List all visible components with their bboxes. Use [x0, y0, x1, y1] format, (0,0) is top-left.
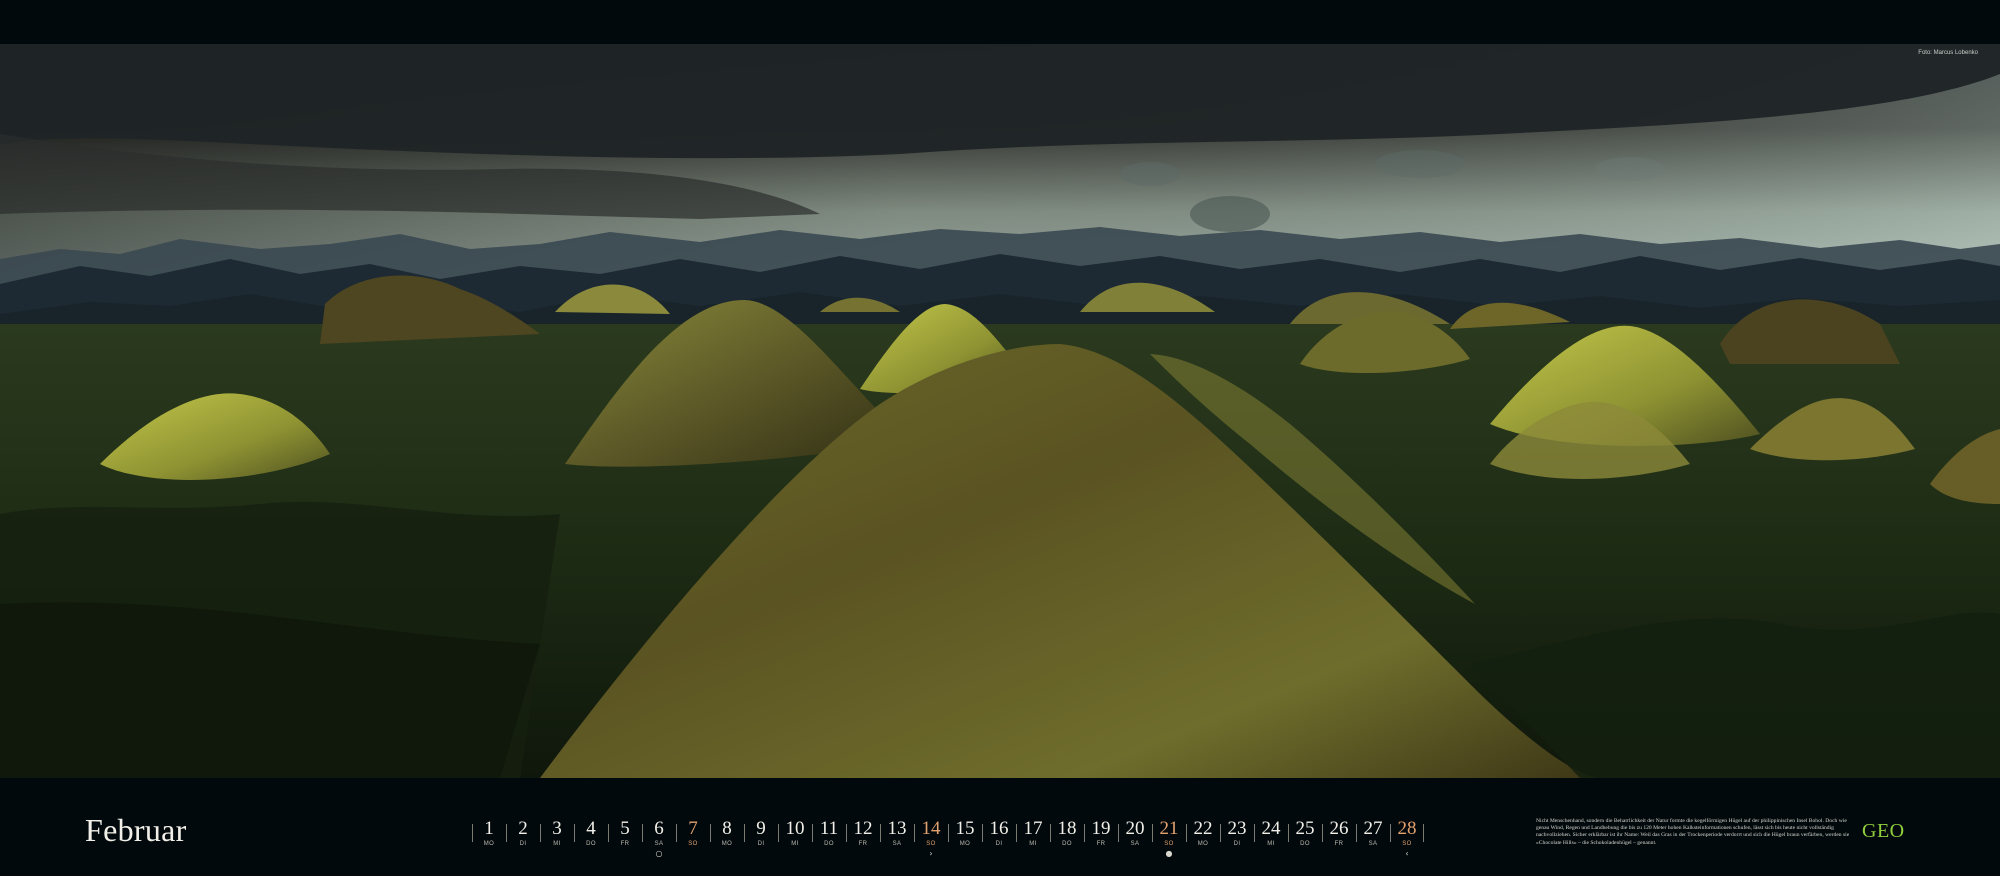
- calendar-day: 10 MI: [778, 818, 812, 858]
- day-number: 21: [1159, 818, 1179, 839]
- weekday-abbrev: FR: [620, 841, 630, 847]
- calendar-day: 23 DI: [1220, 818, 1254, 858]
- moon-phase-icon: ○: [655, 849, 663, 858]
- calendar-day: 8 MO: [710, 818, 744, 858]
- day-number: 8: [722, 818, 732, 839]
- weekday-abbrev: DO: [586, 841, 596, 847]
- calendar-day: 5 FR: [608, 818, 642, 858]
- weekday-abbrev: DI: [519, 841, 527, 847]
- weekday-abbrev: SA: [1368, 841, 1378, 847]
- day-number: 7: [688, 818, 698, 839]
- day-number: 13: [887, 818, 907, 839]
- weekday-abbrev: SA: [892, 841, 902, 847]
- day-number: 12: [853, 818, 873, 839]
- calendar-day: 18 DO: [1050, 818, 1084, 858]
- weekday-abbrev: DI: [757, 841, 765, 847]
- calendar-day: 24 MI: [1254, 818, 1288, 858]
- day-number: 28: [1397, 818, 1417, 839]
- geo-logo: GEO: [1862, 820, 1905, 842]
- day-number: 26: [1329, 818, 1349, 839]
- calendar-day: 25 DO: [1288, 818, 1322, 858]
- weekday-abbrev: DO: [1300, 841, 1310, 847]
- day-number: 24: [1261, 818, 1281, 839]
- weekday-abbrev: MO: [721, 841, 733, 847]
- day-number: 23: [1227, 818, 1247, 839]
- day-number: 17: [1023, 818, 1043, 839]
- weekday-abbrev: DO: [1062, 841, 1072, 847]
- day-number: 6: [654, 818, 664, 839]
- day-number: 20: [1125, 818, 1145, 839]
- weekday-abbrev: SO: [926, 841, 936, 847]
- weekday-abbrev: MI: [1029, 841, 1037, 847]
- day-number: 4: [586, 818, 596, 839]
- calendar-day: 12 FR: [846, 818, 880, 858]
- day-number: 2: [518, 818, 528, 839]
- day-number: 10: [785, 818, 805, 839]
- weekday-abbrev: FR: [1096, 841, 1106, 847]
- calendar-day: 13 SA: [880, 818, 914, 858]
- calendar-day: 14 SO ›: [914, 818, 948, 858]
- calendar-day: 3 MI: [540, 818, 574, 858]
- photo-credit: Foto: Marcus Lobenko: [1918, 50, 1978, 56]
- calendar-day: 28 SO ‹: [1390, 818, 1424, 858]
- calendar-day: 19 FR: [1084, 818, 1118, 858]
- calendar-day: 6 SA ○: [642, 818, 676, 858]
- calendar-day: 9 DI: [744, 818, 778, 858]
- calendar-day: 26 FR: [1322, 818, 1356, 858]
- weekday-abbrev: MI: [791, 841, 799, 847]
- calendar-day: 27 SA: [1356, 818, 1390, 858]
- weekday-abbrev: SA: [654, 841, 664, 847]
- day-strip: 1 MO 2 DI 3 MI 4 DO 5 FR 6 SA ○ 7 SO 8 M…: [472, 818, 1424, 858]
- weekday-abbrev: MI: [1267, 841, 1275, 847]
- day-number: 27: [1363, 818, 1383, 839]
- weekday-abbrev: DI: [995, 841, 1003, 847]
- calendar-day: 4 DO: [574, 818, 608, 858]
- weekday-abbrev: DI: [1233, 841, 1241, 847]
- month-title: Februar: [85, 812, 187, 848]
- calendar-day: 11 DO: [812, 818, 846, 858]
- day-number: 15: [955, 818, 975, 839]
- weekday-abbrev: SO: [1402, 841, 1412, 847]
- calendar-day: 21 SO ●: [1152, 818, 1186, 858]
- weekday-abbrev: SO: [1164, 841, 1174, 847]
- calendar-day: 20 SA: [1118, 818, 1152, 858]
- day-number: 1: [484, 818, 494, 839]
- calendar-day: 2 DI: [506, 818, 540, 858]
- weekday-abbrev: MO: [1197, 841, 1209, 847]
- moon-phase-icon: ‹: [1405, 849, 1409, 858]
- landscape-photo: Foto: Marcus Lobenko: [0, 44, 2000, 778]
- calendar-day: 22 MO: [1186, 818, 1220, 858]
- day-number: 25: [1295, 818, 1315, 839]
- day-number: 3: [552, 818, 562, 839]
- day-number: 22: [1193, 818, 1213, 839]
- day-number: 19: [1091, 818, 1111, 839]
- day-number: 18: [1057, 818, 1077, 839]
- calendar-day: 7 SO: [676, 818, 710, 858]
- day-number: 9: [756, 818, 766, 839]
- weekday-abbrev: FR: [1334, 841, 1344, 847]
- weekday-abbrev: MO: [483, 841, 495, 847]
- moon-phase-icon: ●: [1165, 849, 1173, 858]
- calendar-bar: Februar 1 MO 2 DI 3 MI 4 DO 5 FR 6 SA ○ …: [0, 778, 2000, 876]
- day-number: 16: [989, 818, 1009, 839]
- calendar-day: 1 MO: [472, 818, 506, 858]
- weekday-abbrev: SO: [688, 841, 698, 847]
- weekday-abbrev: DO: [824, 841, 834, 847]
- calendar-day: 16 DI: [982, 818, 1016, 858]
- calendar-day: 15 MO: [948, 818, 982, 858]
- calendar-day: 17 MI: [1016, 818, 1050, 858]
- day-number: 11: [819, 818, 839, 839]
- weekday-abbrev: MO: [959, 841, 971, 847]
- weekday-abbrev: MI: [553, 841, 561, 847]
- photo-caption: Nicht Menschenhand, sondern die Beharrli…: [1536, 818, 1850, 846]
- weekday-abbrev: SA: [1130, 841, 1140, 847]
- day-number: 5: [620, 818, 630, 839]
- weekday-abbrev: FR: [858, 841, 868, 847]
- day-number: 14: [921, 818, 941, 839]
- moon-phase-icon: ›: [929, 849, 933, 858]
